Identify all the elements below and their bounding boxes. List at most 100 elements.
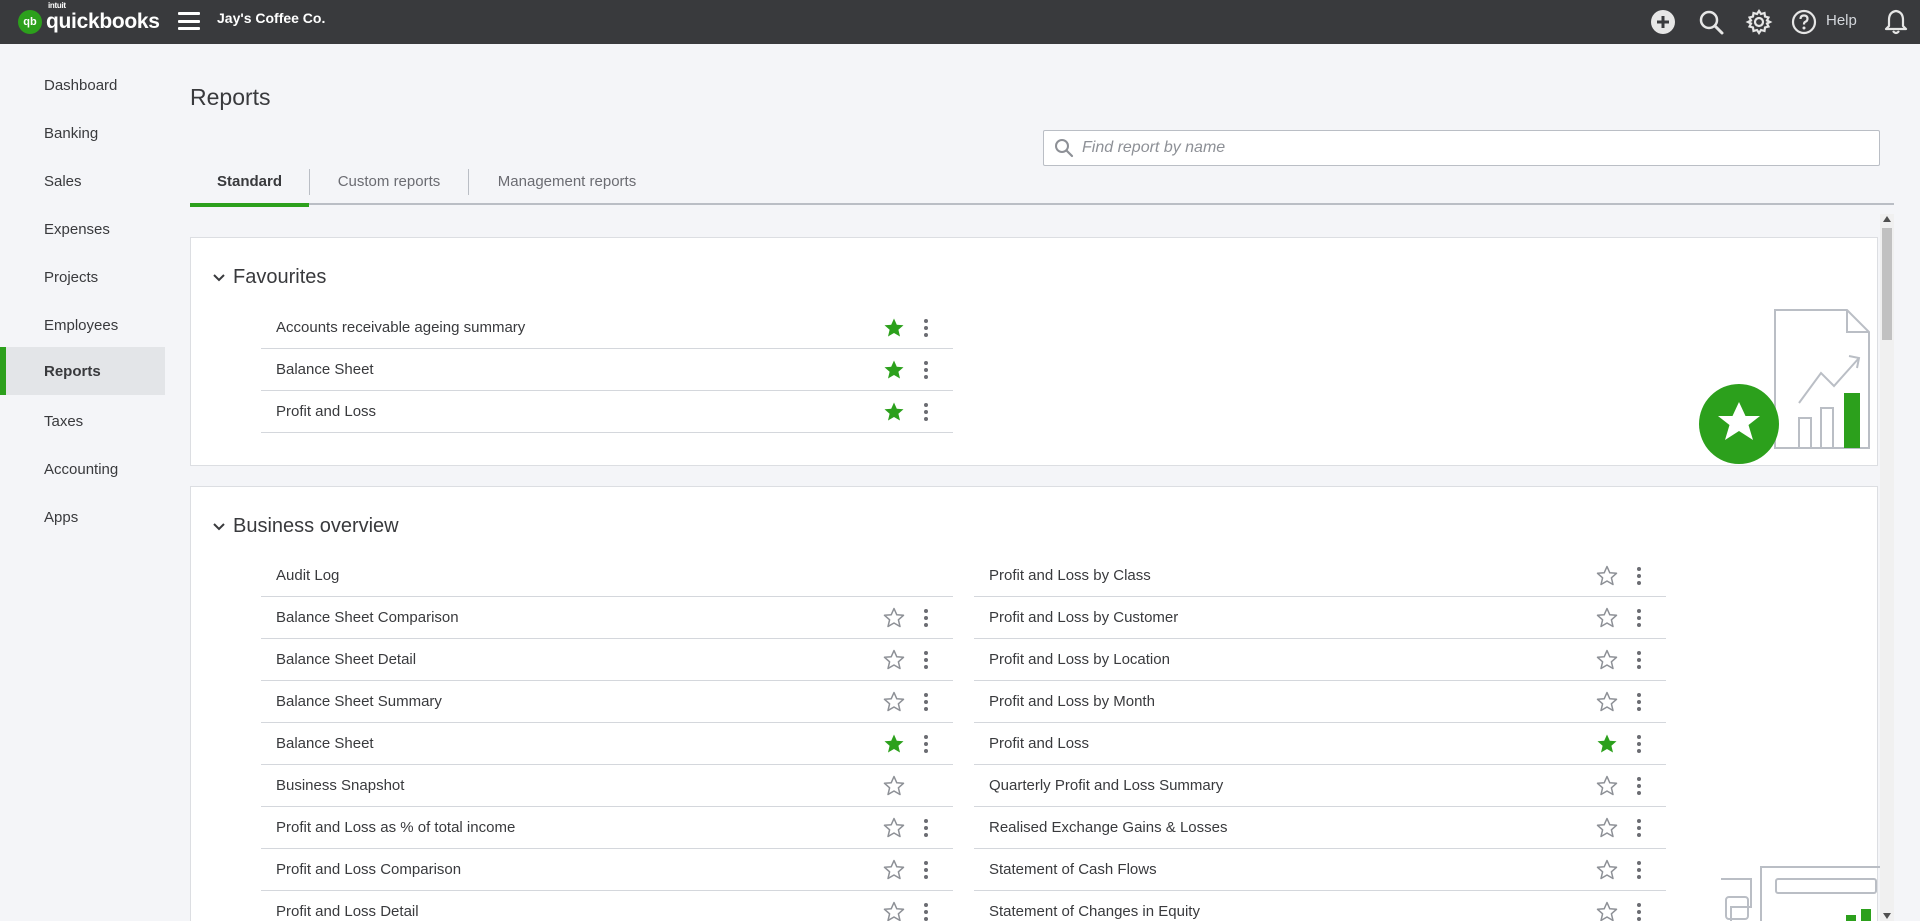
search-input[interactable]: [1082, 139, 1862, 157]
star-outline-icon[interactable]: [883, 607, 905, 629]
scroll-down-arrow-icon[interactable]: [1883, 913, 1891, 919]
report-link[interactable]: Profit and Loss by Customer: [989, 609, 1178, 626]
report-row[interactable]: Accounts receivable ageing summary: [261, 307, 953, 349]
more-options-icon[interactable]: [923, 901, 929, 921]
report-link[interactable]: Profit and Loss: [276, 403, 376, 420]
report-link[interactable]: Profit and Loss Detail: [276, 903, 419, 920]
more-options-icon[interactable]: [923, 359, 929, 381]
star-outline-icon[interactable]: [1596, 649, 1618, 671]
more-options-icon[interactable]: [923, 691, 929, 713]
star-outline-icon[interactable]: [1596, 607, 1618, 629]
quickbooks-logo[interactable]: qb intuit quickbooks: [18, 1, 160, 38]
more-options-icon[interactable]: [1636, 565, 1642, 587]
report-link[interactable]: Balance Sheet Summary: [276, 693, 442, 710]
more-options-icon[interactable]: [1636, 607, 1642, 629]
report-row[interactable]: Balance Sheet: [261, 723, 953, 765]
more-options-icon[interactable]: [923, 859, 929, 881]
more-options-icon[interactable]: [1636, 859, 1642, 881]
report-row[interactable]: Statement of Changes in Equity: [974, 891, 1666, 921]
report-row[interactable]: Business Snapshot: [261, 765, 953, 807]
star-outline-icon[interactable]: [1596, 775, 1618, 797]
favourites-header[interactable]: Favourites: [211, 266, 326, 289]
report-row[interactable]: Profit and Loss Comparison: [261, 849, 953, 891]
more-options-icon[interactable]: [923, 733, 929, 755]
more-options-icon[interactable]: [1636, 649, 1642, 671]
gear-icon[interactable]: [1745, 8, 1773, 36]
tab-custom-reports[interactable]: Custom reports: [310, 157, 468, 205]
sidebar-item-taxes[interactable]: Taxes: [0, 397, 165, 445]
report-row[interactable]: Balance Sheet Summary: [261, 681, 953, 723]
report-row[interactable]: Audit Log: [261, 555, 953, 597]
report-link[interactable]: Balance Sheet Detail: [276, 651, 416, 668]
more-options-icon[interactable]: [923, 607, 929, 629]
report-link[interactable]: Realised Exchange Gains & Losses: [989, 819, 1227, 836]
report-link[interactable]: Profit and Loss Comparison: [276, 861, 461, 878]
report-row[interactable]: Statement of Cash Flows: [974, 849, 1666, 891]
star-filled-icon[interactable]: [1596, 733, 1618, 755]
help-icon[interactable]: [1790, 8, 1818, 36]
more-options-icon[interactable]: [1636, 775, 1642, 797]
report-link[interactable]: Business Snapshot: [276, 777, 404, 794]
more-options-icon[interactable]: [923, 649, 929, 671]
content-scrollbar[interactable]: [1880, 214, 1894, 921]
star-outline-icon[interactable]: [1596, 691, 1618, 713]
star-outline-icon[interactable]: [883, 859, 905, 881]
more-options-icon[interactable]: [923, 317, 929, 339]
star-filled-icon[interactable]: [883, 359, 905, 381]
star-filled-icon[interactable]: [883, 317, 905, 339]
report-link[interactable]: Profit and Loss: [989, 735, 1089, 752]
report-link[interactable]: Quarterly Profit and Loss Summary: [989, 777, 1223, 794]
report-link[interactable]: Profit and Loss by Class: [989, 567, 1151, 584]
star-outline-icon[interactable]: [883, 901, 905, 921]
star-outline-icon[interactable]: [1596, 565, 1618, 587]
report-row[interactable]: Balance Sheet Detail: [261, 639, 953, 681]
scroll-thumb[interactable]: [1882, 228, 1892, 340]
report-row[interactable]: Balance Sheet: [261, 349, 953, 391]
report-row[interactable]: Profit and Loss by Month: [974, 681, 1666, 723]
tab-standard[interactable]: Standard: [190, 157, 309, 207]
report-link[interactable]: Balance Sheet: [276, 735, 374, 752]
report-link[interactable]: Profit and Loss as % of total income: [276, 819, 515, 836]
report-row[interactable]: Quarterly Profit and Loss Summary: [974, 765, 1666, 807]
more-options-icon[interactable]: [923, 817, 929, 839]
report-row[interactable]: Profit and Loss by Location: [974, 639, 1666, 681]
sidebar-item-apps[interactable]: Apps: [0, 493, 165, 541]
sidebar-item-reports[interactable]: Reports: [0, 347, 165, 395]
more-options-icon[interactable]: [923, 401, 929, 423]
report-row[interactable]: Balance Sheet Comparison: [261, 597, 953, 639]
sidebar-item-employees[interactable]: Employees: [0, 301, 165, 349]
star-outline-icon[interactable]: [883, 649, 905, 671]
tab-management-reports[interactable]: Management reports: [469, 157, 665, 205]
scroll-up-arrow-icon[interactable]: [1883, 216, 1891, 222]
more-options-icon[interactable]: [1636, 733, 1642, 755]
report-row[interactable]: Profit and Loss by Customer: [974, 597, 1666, 639]
more-options-icon[interactable]: [1636, 817, 1642, 839]
sidebar-item-sales[interactable]: Sales: [0, 157, 165, 205]
report-row[interactable]: Profit and Loss as % of total income: [261, 807, 953, 849]
report-link[interactable]: Profit and Loss by Month: [989, 693, 1155, 710]
sidebar-item-banking[interactable]: Banking: [0, 109, 165, 157]
sidebar-item-accounting[interactable]: Accounting: [0, 445, 165, 493]
star-filled-icon[interactable]: [883, 401, 905, 423]
business-overview-header[interactable]: Business overview: [211, 515, 399, 538]
plus-icon[interactable]: [1649, 8, 1677, 36]
report-row[interactable]: Profit and Loss: [261, 391, 953, 433]
star-outline-icon[interactable]: [883, 775, 905, 797]
sidebar-item-projects[interactable]: Projects: [0, 253, 165, 301]
star-outline-icon[interactable]: [883, 691, 905, 713]
more-options-icon[interactable]: [1636, 901, 1642, 921]
more-options-icon[interactable]: [1636, 691, 1642, 713]
report-link[interactable]: Balance Sheet Comparison: [276, 609, 459, 626]
sidebar-item-expenses[interactable]: Expenses: [0, 205, 165, 253]
report-row[interactable]: Profit and Loss: [974, 723, 1666, 765]
report-link[interactable]: Profit and Loss by Location: [989, 651, 1170, 668]
star-outline-icon[interactable]: [883, 817, 905, 839]
bell-icon[interactable]: [1882, 8, 1910, 36]
search-icon[interactable]: [1697, 8, 1725, 36]
report-row[interactable]: Realised Exchange Gains & Losses: [974, 807, 1666, 849]
report-row[interactable]: Profit and Loss by Class: [974, 555, 1666, 597]
help-label[interactable]: Help: [1826, 12, 1857, 29]
report-link[interactable]: Statement of Changes in Equity: [989, 903, 1200, 920]
report-link[interactable]: Statement of Cash Flows: [989, 861, 1157, 878]
report-link[interactable]: Accounts receivable ageing summary: [276, 319, 525, 336]
